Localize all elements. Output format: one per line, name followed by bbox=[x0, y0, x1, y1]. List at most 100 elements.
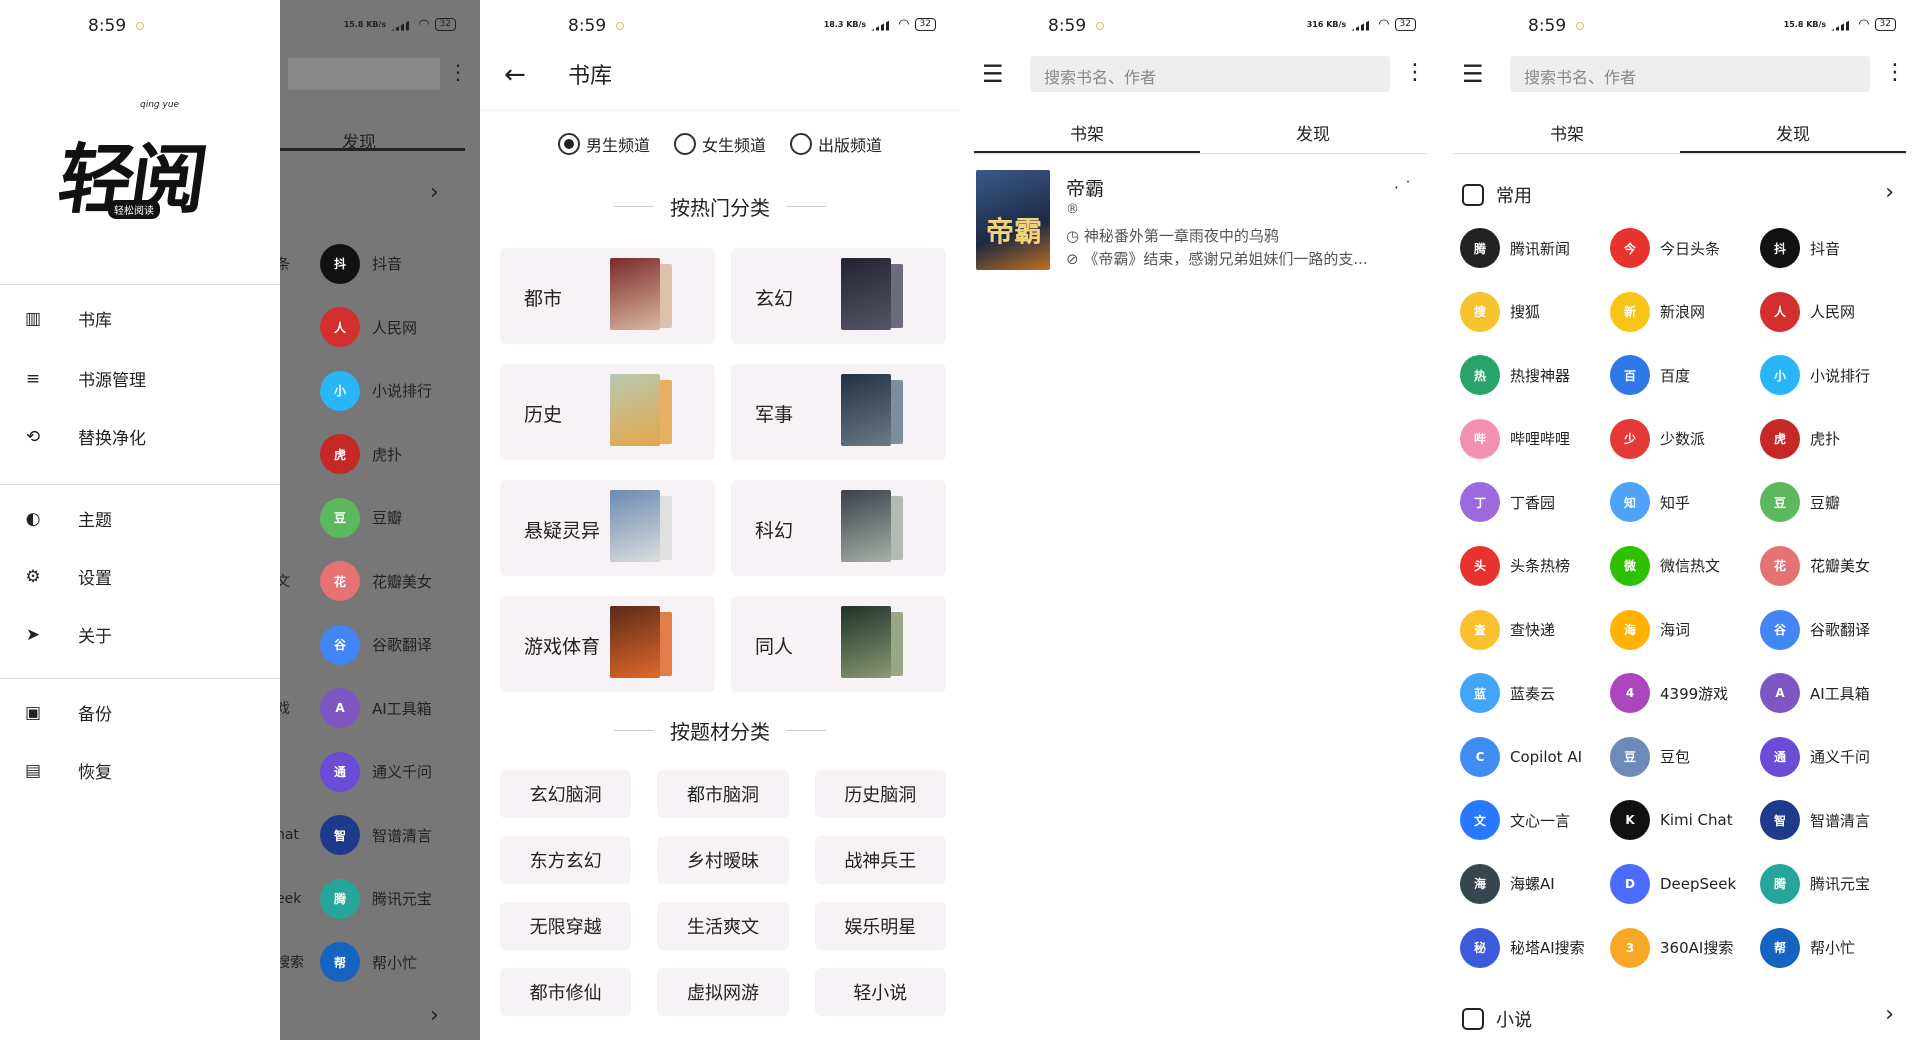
discover-source-item[interactable]: 通通义千问 bbox=[1760, 736, 1910, 777]
battery-icon: 32 bbox=[914, 18, 936, 31]
drawer-item-1[interactable]: ≡ 书源管理 bbox=[22, 366, 146, 392]
discover-source-item[interactable]: 秘秘塔AI搜索 bbox=[1460, 927, 1610, 968]
group-common[interactable]: 常用 bbox=[1462, 182, 1532, 208]
more-options-icon[interactable]: ⋮ bbox=[1884, 60, 1906, 85]
discover-source-item[interactable]: 4 4399游戏 bbox=[1610, 673, 1760, 714]
document-icon bbox=[1462, 184, 1484, 206]
tab-bookshelf[interactable]: 书架 bbox=[1454, 110, 1680, 152]
theme-tag[interactable]: 娱乐明星 bbox=[814, 902, 946, 950]
category-card[interactable]: 同人 bbox=[731, 596, 946, 692]
category-card[interactable]: 悬疑灵异 bbox=[500, 480, 715, 576]
discover-source-item[interactable]: 丁丁香园 bbox=[1460, 482, 1610, 523]
radio-label: 男生频道 bbox=[585, 136, 650, 155]
drawer-item-5[interactable]: ➤ 关于 bbox=[22, 622, 112, 648]
discover-source-item[interactable]: 新新浪网 bbox=[1610, 291, 1760, 332]
discover-source-item[interactable]: 腾腾讯新闻 bbox=[1460, 228, 1610, 268]
status-time: 8:59 bbox=[88, 16, 127, 36]
theme-tag[interactable]: 乡村暧昧 bbox=[657, 836, 789, 884]
discover-source-item[interactable]: 豆豆瓣 bbox=[1760, 482, 1910, 523]
more-options-icon[interactable]: ⋮ bbox=[1404, 60, 1426, 85]
discover-source-item[interactable]: 腾腾讯元宝 bbox=[1760, 863, 1910, 904]
theme-tag[interactable]: 东方玄幻 bbox=[500, 836, 632, 884]
discover-source-item[interactable]: 豆豆包 bbox=[1610, 736, 1760, 777]
discover-source-item[interactable]: 花花瓣美女 bbox=[1760, 545, 1910, 586]
radio-male-channel[interactable]: 男生频道 bbox=[557, 132, 650, 156]
discover-source-item[interactable]: 海海词 bbox=[1610, 609, 1760, 650]
theme-tag[interactable]: 生活爽文 bbox=[657, 902, 789, 950]
discover-source-item[interactable]: K Kimi Chat bbox=[1610, 800, 1760, 841]
category-card[interactable]: 游戏体育 bbox=[500, 596, 715, 692]
chevron-right-icon[interactable]: › bbox=[1885, 180, 1894, 205]
source-logo-icon: 豆 bbox=[1610, 736, 1650, 777]
send-icon: ➤ bbox=[25, 624, 41, 645]
category-card[interactable]: 军事 bbox=[731, 364, 946, 460]
discover-source-item[interactable]: 搜搜狐 bbox=[1460, 291, 1610, 332]
theme-tag[interactable]: 都市修仙 bbox=[500, 968, 632, 1016]
category-card[interactable]: 都市 bbox=[500, 248, 715, 344]
search-input[interactable]: 搜索书名、作者 bbox=[1030, 56, 1390, 92]
tab-discover[interactable]: 发现 bbox=[1200, 110, 1426, 152]
discover-source-item[interactable]: 查查快递 bbox=[1460, 609, 1610, 650]
discover-source-item[interactable]: 知知乎 bbox=[1610, 482, 1760, 523]
discover-source-item[interactable]: 今今日头条 bbox=[1610, 228, 1760, 268]
background-clipped-text: 搜索 bbox=[276, 955, 304, 972]
group-novel[interactable]: 小说 bbox=[1462, 1006, 1532, 1032]
source-label: AI工具箱 bbox=[372, 699, 432, 718]
discover-source-item[interactable]: 谷谷歌翻译 bbox=[1760, 609, 1910, 650]
drawer-item-4[interactable]: ⚙ 设置 bbox=[22, 564, 112, 590]
source-label: 查快递 bbox=[1510, 621, 1556, 640]
section-theme-categories: 按题材分类 bbox=[480, 716, 960, 745]
drawer-item-6[interactable]: ▣ 备份 bbox=[22, 700, 112, 726]
theme-tag[interactable]: 历史脑洞 bbox=[814, 770, 946, 818]
search-input[interactable]: 搜索书名、作者 bbox=[1510, 56, 1870, 92]
tab-discover[interactable]: 发现 bbox=[1680, 110, 1906, 154]
discover-source-item[interactable]: 哔哔哩哔哩 bbox=[1460, 418, 1610, 459]
radio-female-channel[interactable]: 女生频道 bbox=[673, 132, 766, 156]
theme-tag[interactable]: 无限穿越 bbox=[500, 902, 632, 950]
discover-source-item[interactable]: 文文心一言 bbox=[1460, 800, 1610, 841]
theme-tag[interactable]: 轻小说 bbox=[814, 968, 946, 1016]
discover-source-item[interactable]: 人人民网 bbox=[1760, 291, 1910, 332]
source-logo-icon: 腾 bbox=[1460, 228, 1500, 268]
theme-tag[interactable]: 玄幻脑洞 bbox=[500, 770, 632, 818]
discover-source-item[interactable]: 头头条热榜 bbox=[1460, 545, 1610, 586]
discover-source-item[interactable]: 热热搜神器 bbox=[1460, 355, 1610, 396]
source-logo-icon: 帮 bbox=[1760, 927, 1800, 968]
discover-source-item[interactable]: 微微信热文 bbox=[1610, 545, 1760, 586]
source-label: 小说排行 bbox=[372, 382, 433, 401]
discover-source-item[interactable]: 海海螺AI bbox=[1460, 863, 1610, 904]
discover-source-item[interactable]: 百百度 bbox=[1610, 355, 1760, 396]
drawer-item-0[interactable]: ▥ 书库 bbox=[22, 306, 112, 332]
theme-tag[interactable]: 战神兵王 bbox=[814, 836, 946, 884]
drawer-item-7[interactable]: ▤ 恢复 bbox=[22, 758, 112, 784]
discover-source-item[interactable]: 抖抖音 bbox=[1760, 228, 1910, 268]
drawer-item-2[interactable]: ⟲ 替换净化 bbox=[22, 424, 146, 450]
category-card[interactable]: 历史 bbox=[500, 364, 715, 460]
chevron-right-icon[interactable]: › bbox=[1885, 1002, 1894, 1027]
discover-source-item[interactable]: 智智谱清言 bbox=[1760, 800, 1910, 841]
discover-source-item[interactable]: 帮帮小忙 bbox=[1760, 927, 1910, 968]
book-last-read: ◷ 神秘番外第一章雨夜中的乌鸦 bbox=[1066, 225, 1396, 246]
theme-tag[interactable]: 虚拟网游 bbox=[657, 968, 789, 1016]
source-logo-icon: 搜 bbox=[1460, 291, 1500, 332]
tab-bookshelf[interactable]: 书架 bbox=[974, 110, 1200, 154]
category-card[interactable]: 玄幻 bbox=[731, 248, 946, 344]
discover-source-item[interactable]: C Copilot AI bbox=[1460, 736, 1610, 777]
book-item[interactable]: 帝霸 帝霸 ® ◷ 神秘番外第一章雨夜中的乌鸦 ⊘ 《帝霸》结束，感谢兄弟姐妹们… bbox=[976, 170, 1416, 270]
back-arrow-icon[interactable]: ← bbox=[504, 60, 526, 90]
discover-source-item[interactable]: 虎虎扑 bbox=[1760, 418, 1910, 459]
radio-publish-channel[interactable]: 出版频道 bbox=[790, 132, 882, 156]
discover-source-item[interactable]: 3 360AI搜索 bbox=[1610, 927, 1760, 968]
discover-source-item[interactable]: A AI工具箱 bbox=[1760, 673, 1910, 714]
discover-source-item[interactable]: 小小说排行 bbox=[1760, 355, 1910, 396]
menu-icon[interactable]: ☰ bbox=[1462, 60, 1484, 88]
category-card[interactable]: 科幻 bbox=[731, 480, 946, 576]
menu-icon[interactable]: ☰ bbox=[982, 60, 1004, 88]
discover-source-item[interactable]: 蓝蓝奏云 bbox=[1460, 673, 1610, 714]
discover-source-item[interactable]: 少少数派 bbox=[1610, 418, 1760, 459]
book-cover-image bbox=[610, 606, 660, 678]
theme-tag[interactable]: 都市脑洞 bbox=[657, 770, 789, 818]
discover-source-item[interactable]: D DeepSeek bbox=[1610, 863, 1760, 904]
background-source-list: 条抖抖音人人民网小小说排行虎虎扑豆豆瓣文花花瓣美女谷谷歌翻译戏 A AI工具箱通通义… bbox=[276, 232, 433, 994]
drawer-item-3[interactable]: ◐ 主题 bbox=[22, 506, 112, 532]
